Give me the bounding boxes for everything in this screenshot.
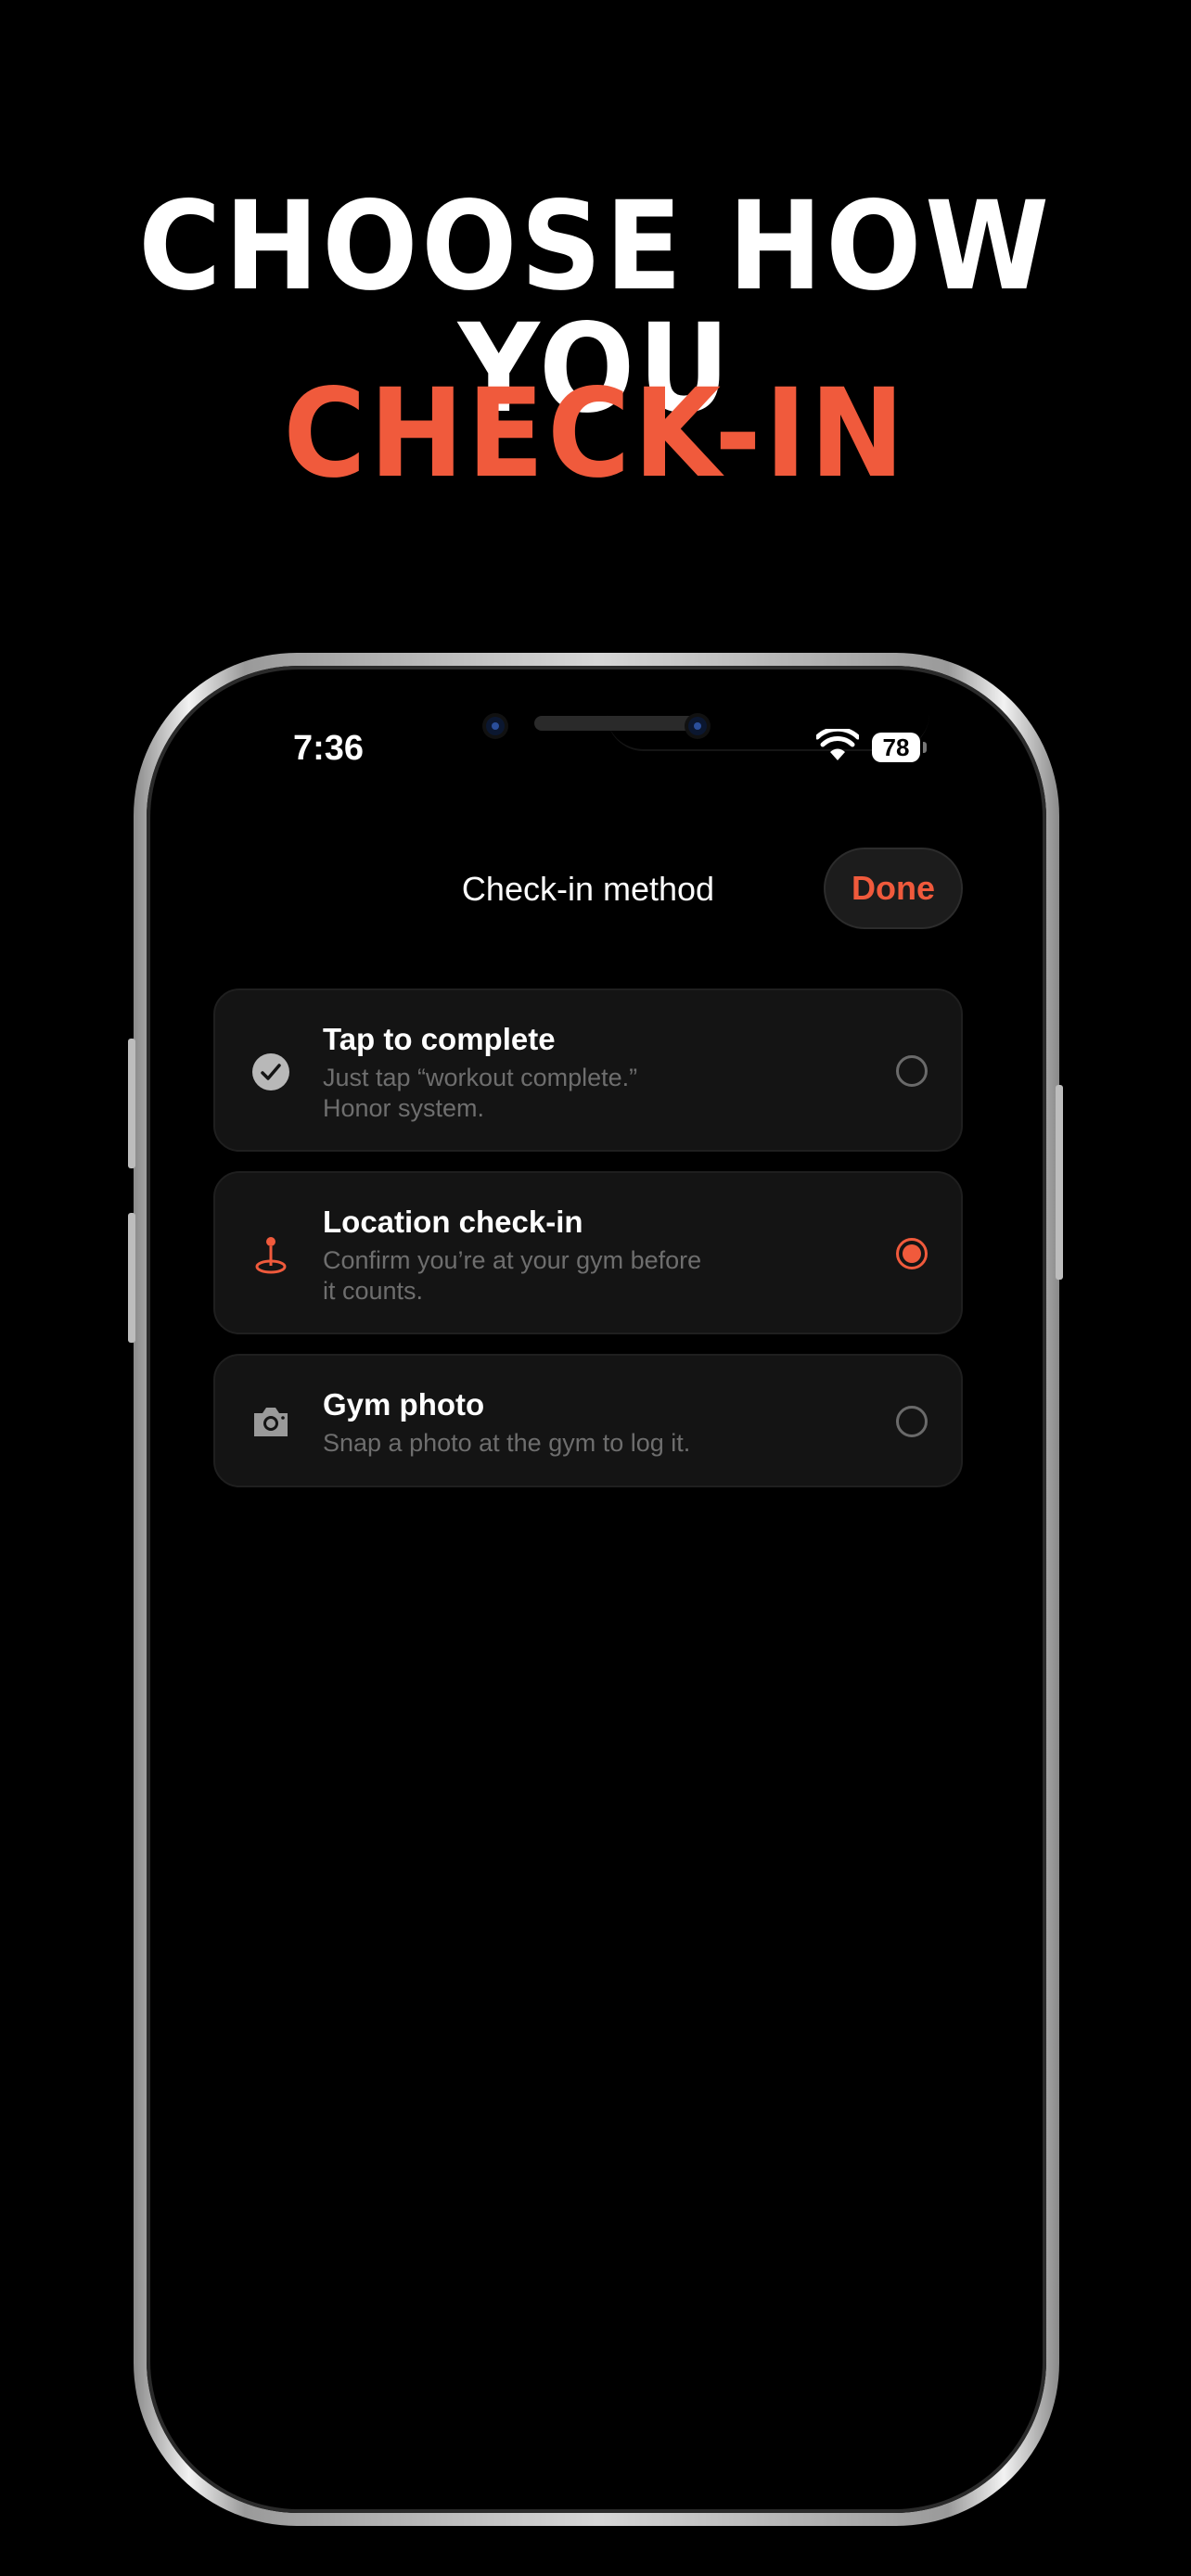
camera-icon xyxy=(254,1408,288,1436)
radio-button[interactable] xyxy=(896,1406,928,1437)
page-title: Check-in method xyxy=(461,870,715,908)
wifi-icon xyxy=(816,729,859,760)
option-title: Tap to complete xyxy=(323,1022,556,1056)
phone-mute-switch xyxy=(128,1039,135,1168)
option-title: Gym photo xyxy=(323,1387,485,1422)
option-location-check-in[interactable]: Location check-in Confirm you’re at your… xyxy=(213,1171,963,1334)
phone-volume-button xyxy=(128,1213,135,1343)
earpiece-speaker xyxy=(534,716,698,731)
battery-indicator: 78 xyxy=(872,733,927,762)
radio-button[interactable] xyxy=(896,1055,928,1087)
option-tap-to-complete[interactable]: Tap to complete Just tap “workout comple… xyxy=(213,988,963,1152)
front-camera-icon xyxy=(486,717,505,735)
option-gym-photo[interactable]: Gym photo Snap a photo at the gym to log… xyxy=(213,1354,963,1487)
status-time: 7:36 xyxy=(293,729,365,768)
sensor-icon xyxy=(688,717,707,735)
done-button[interactable]: Done xyxy=(824,848,963,929)
radio-button-selected[interactable] xyxy=(896,1238,928,1269)
headline-line2: CHECK-IN xyxy=(283,363,908,505)
option-description: Confirm you’re at your gym before it cou… xyxy=(323,1246,702,1305)
phone-power-button xyxy=(1056,1085,1063,1280)
checkmark-circle-icon xyxy=(252,1053,289,1090)
phone-screen xyxy=(173,686,1020,2494)
option-description: Snap a photo at the gym to log it. xyxy=(323,1429,691,1457)
location-pin-icon xyxy=(255,1237,287,1274)
option-title: Location check-in xyxy=(323,1205,583,1239)
option-description: Just tap “workout complete.” Honor syste… xyxy=(323,1064,638,1122)
